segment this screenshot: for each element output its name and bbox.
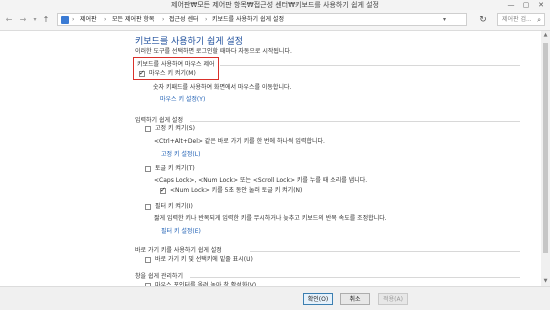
section-divider: [220, 65, 520, 66]
control-panel-icon: [61, 16, 69, 24]
filter-keys-description: 짧게 입력한 키나 반복되게 입력한 키를 무시하거나 늦추고 키보드의 반복 …: [154, 215, 387, 222]
ok-button[interactable]: 확인(O): [303, 293, 333, 305]
breadcrumb-separator: ›: [72, 16, 75, 23]
shortcut-section-heading: 바로 가기 키를 사용하기 쉽게 설정: [135, 247, 222, 254]
sticky-keys-settings-link[interactable]: 고정 키 설정(L): [161, 151, 200, 159]
breadcrumb-separator: ›: [104, 16, 107, 23]
toggle-keys-description: <Caps Lock>, <Num Lock> 또는 <Scroll Lock>…: [154, 177, 368, 184]
apply-button[interactable]: 적용(A): [378, 293, 408, 305]
minimize-button[interactable]: —: [505, 0, 517, 10]
navigation-bar: ← → ▾ ↑ › 제어판 › 모든 제어판 항목 › 접근성 센터 › 키보드…: [0, 10, 550, 31]
sticky-keys-description: <Ctrl+Alt+Del> 같은 바로 가기 키를 한 번에 하나씩 입력합니…: [154, 138, 325, 145]
window-section-heading: 창을 쉽게 관리하기: [135, 273, 183, 280]
scroll-up-icon[interactable]: ▲: [541, 31, 550, 40]
breadcrumb-current[interactable]: 키보드를 사용하기 쉽게 설정: [212, 14, 284, 26]
search-icon[interactable]: ⌕: [537, 14, 541, 26]
filter-keys-checkbox[interactable]: [145, 204, 151, 210]
filter-keys-label[interactable]: 필터 키 켜기(I): [155, 203, 193, 211]
num-lock-toggle-label[interactable]: <Num Lock> 키를 5초 동안 눌러 토글 키 켜기(N): [170, 187, 302, 195]
sticky-keys-label[interactable]: 고정 키 켜기(S): [155, 125, 195, 133]
section-divider: [190, 277, 520, 278]
close-button[interactable]: ✕: [535, 0, 547, 10]
refresh-icon[interactable]: ↻: [478, 14, 488, 26]
underline-shortcuts-label[interactable]: 바로 가기 키 및 선택키에 밑줄 표시(U): [155, 256, 253, 264]
scroll-down-icon[interactable]: ▼: [541, 277, 550, 286]
forward-icon[interactable]: →: [18, 14, 28, 26]
underline-shortcuts-checkbox[interactable]: [145, 257, 151, 263]
section-divider: [250, 251, 520, 252]
vertical-scrollbar[interactable]: ▲ ▼: [541, 31, 550, 286]
breadcrumb-separator: ›: [205, 16, 208, 23]
sticky-keys-checkbox[interactable]: [145, 126, 151, 132]
section-divider: [190, 121, 520, 122]
page-subtitle: 이러한 도구를 선택하면 로그인할 때마다 자동으로 시작됩니다.: [135, 48, 292, 55]
title-bar: 제어판₩모든 제어판 항목₩접근성 센터₩키보드를 사용하기 쉽게 설정 — ▢…: [0, 0, 550, 10]
breadcrumb-ease-of-access[interactable]: 접근성 센터: [169, 14, 199, 26]
address-bar[interactable]: › 제어판 › 모든 제어판 항목 › 접근성 센터 › 키보드를 사용하기 쉽…: [57, 13, 467, 26]
page-title: 키보드를 사용하기 쉽게 설정: [135, 37, 243, 47]
breadcrumb-separator: ›: [162, 16, 165, 23]
maximize-button[interactable]: ▢: [520, 0, 532, 10]
filter-keys-settings-link[interactable]: 필터 키 설정(E): [161, 228, 201, 236]
breadcrumb-control-panel[interactable]: 제어판: [80, 14, 97, 26]
window-title: 제어판₩모든 제어판 항목₩접근성 센터₩키보드를 사용하기 쉽게 설정: [171, 1, 379, 9]
typing-section-heading: 입력하기 쉽게 설정: [135, 117, 183, 124]
highlight-box: [133, 57, 219, 80]
address-dropdown-icon[interactable]: ▾: [443, 14, 446, 26]
mouse-keys-description: 숫자 키패드를 사용하여 화면에서 마우스를 이동합니다.: [153, 84, 292, 91]
mouse-keys-settings-link[interactable]: 마우스 키 설정(Y): [160, 96, 205, 104]
up-icon[interactable]: ↑: [41, 14, 51, 26]
num-lock-toggle-checkbox[interactable]: [160, 186, 166, 194]
toggle-keys-label[interactable]: 토글 키 켜기(T): [155, 165, 195, 173]
scrollbar-thumb[interactable]: [543, 43, 548, 253]
search-placeholder: 제어판 검...: [502, 16, 532, 23]
toggle-keys-checkbox[interactable]: [145, 166, 151, 172]
dialog-footer: 확인(O) 취소 적용(A): [0, 286, 550, 310]
back-icon[interactable]: ←: [4, 14, 14, 26]
history-dropdown-icon[interactable]: ▾: [30, 14, 40, 26]
cancel-button[interactable]: 취소: [340, 293, 370, 305]
breadcrumb-all-items[interactable]: 모든 제어판 항목: [112, 14, 154, 26]
search-input[interactable]: 제어판 검... ⌕: [497, 13, 545, 26]
